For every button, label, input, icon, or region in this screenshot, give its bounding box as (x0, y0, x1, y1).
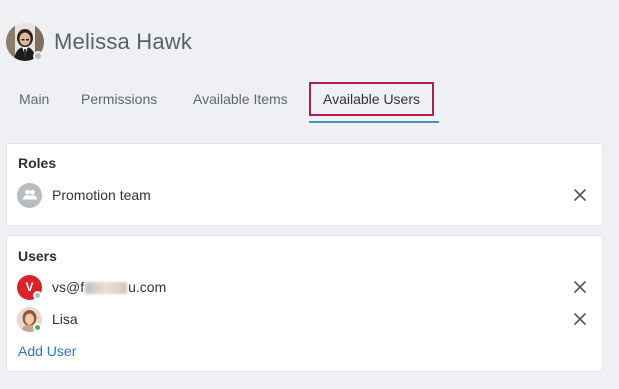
add-user-link[interactable]: Add User (18, 343, 76, 359)
avatar-initial: V (25, 280, 34, 294)
remove-user-button[interactable] (571, 310, 589, 328)
users-card: Users V vs@f u.com Lisa Add User (6, 235, 603, 372)
status-indicator (33, 290, 42, 300)
tab-bar: Main Permissions Available Items Availab… (0, 82, 619, 124)
page-title: Melissa Hawk (54, 29, 193, 54)
roles-card: Roles Promotion team (6, 143, 603, 226)
tab-available-users[interactable]: Available Users (309, 82, 435, 116)
user-label: vs@f u.com (52, 279, 167, 295)
active-tab-indicator (309, 121, 439, 123)
close-icon (574, 281, 586, 293)
user-label: Lisa (52, 311, 78, 327)
tab-main[interactable]: Main (19, 84, 49, 114)
close-icon (574, 313, 586, 325)
user-avatar: V (17, 274, 42, 300)
role-label: Promotion team (52, 187, 151, 203)
user-row: V vs@f u.com (17, 273, 592, 301)
user-row: Lisa (17, 305, 592, 333)
remove-user-button[interactable] (571, 278, 589, 296)
close-icon (574, 189, 586, 201)
tab-permissions[interactable]: Permissions (81, 84, 157, 114)
users-title: Users (18, 248, 57, 264)
avatar (6, 23, 44, 61)
group-icon (17, 182, 42, 208)
status-indicator (33, 51, 43, 61)
status-indicator (33, 322, 42, 332)
remove-role-button[interactable] (571, 186, 589, 204)
redacted-text (85, 282, 128, 295)
user-avatar (17, 306, 42, 332)
tab-available-items[interactable]: Available Items (193, 84, 288, 114)
page-header: Melissa Hawk (6, 20, 192, 64)
roles-title: Roles (18, 155, 57, 171)
role-row: Promotion team (17, 181, 592, 209)
